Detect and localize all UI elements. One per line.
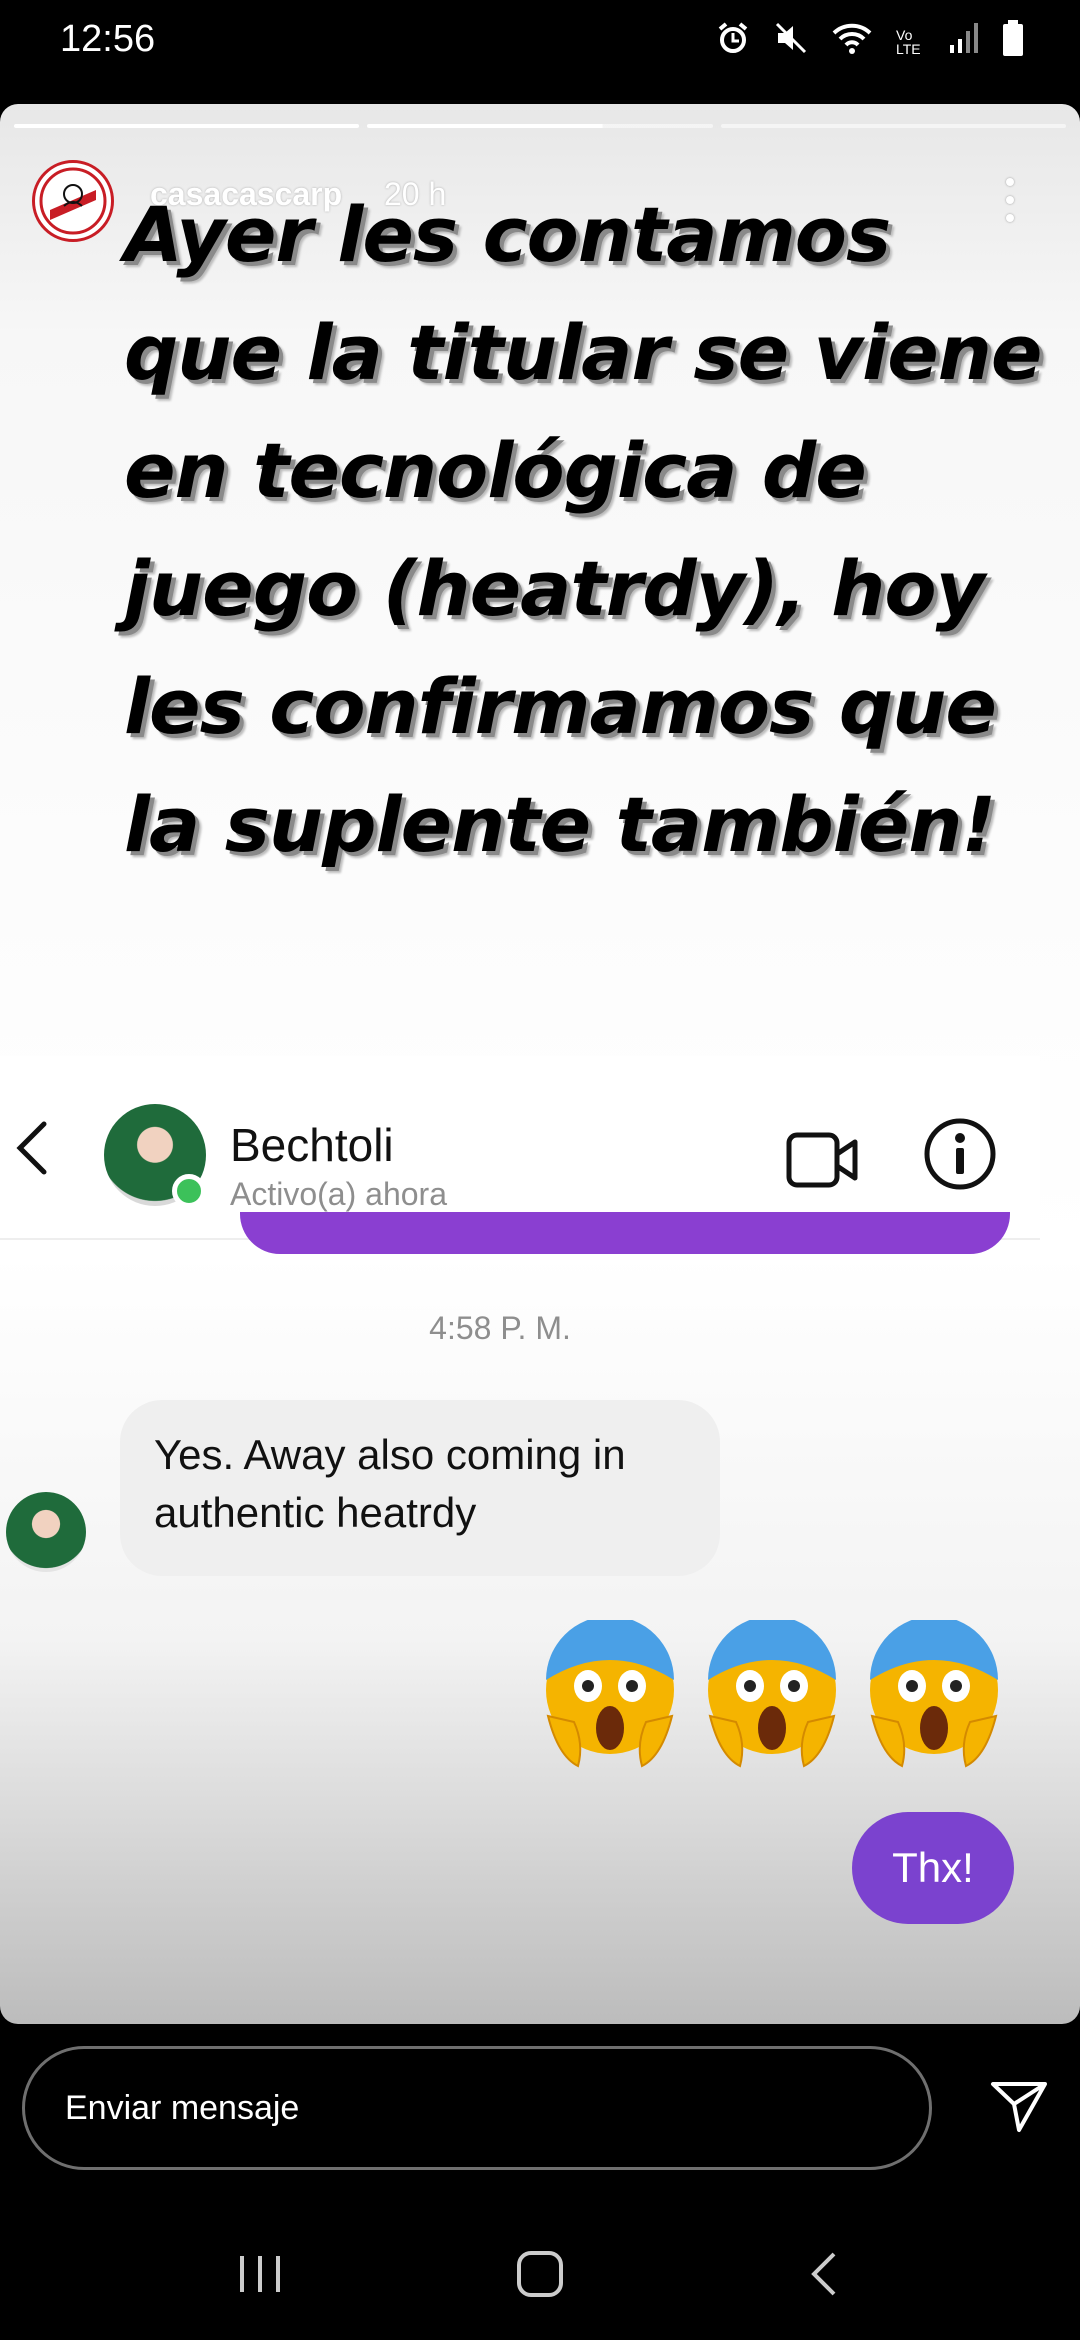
recent-apps-icon[interactable]	[238, 2254, 284, 2294]
progress-segment	[14, 124, 360, 128]
previous-message-bubble	[240, 1212, 1010, 1254]
status-bar: 12:56 Vo LTE	[0, 0, 1080, 100]
nav-back-icon[interactable]	[808, 2250, 838, 2298]
send-icon[interactable]	[990, 2080, 1048, 2134]
battery-icon	[1002, 20, 1024, 64]
story-progress	[14, 124, 1066, 128]
alarm-icon	[716, 21, 750, 63]
emoji-message	[538, 1620, 1006, 1770]
incoming-message: Yes. Away also coming in authentic heatr…	[120, 1400, 720, 1576]
outgoing-message: Thx!	[852, 1812, 1014, 1924]
send-message-input[interactable]: Enviar mensaje	[22, 2046, 932, 2170]
mute-icon	[774, 21, 808, 63]
wifi-icon	[832, 21, 872, 63]
volte-label: Vo LTE	[896, 27, 921, 57]
progress-segment	[367, 124, 713, 128]
progress-segment	[720, 124, 1066, 128]
signal-icon	[948, 21, 978, 63]
info-icon	[924, 1118, 996, 1190]
screaming-face-icon	[870, 1620, 998, 1768]
screaming-face-icon	[546, 1620, 674, 1768]
sender-avatar	[6, 1492, 86, 1572]
video-call-icon	[786, 1132, 858, 1188]
system-nav-bar	[0, 2200, 1080, 2340]
story-caption: Ayer les contamos que la titular se vien…	[124, 190, 1042, 869]
club-logo-icon	[39, 167, 107, 235]
back-arrow-icon[interactable]	[12, 1118, 52, 1178]
contact-name: Bechtoli	[230, 1119, 394, 1171]
status-icons: Vo LTE	[716, 20, 1024, 64]
online-indicator	[172, 1174, 206, 1208]
contact-status: Activo(a) ahora	[230, 1176, 447, 1212]
status-time: 12:56	[60, 18, 156, 60]
message-timestamp: 4:58 P. M.	[429, 1310, 571, 1346]
home-icon[interactable]	[516, 2250, 564, 2298]
story-avatar[interactable]	[32, 160, 114, 242]
screaming-face-icon	[708, 1620, 836, 1768]
